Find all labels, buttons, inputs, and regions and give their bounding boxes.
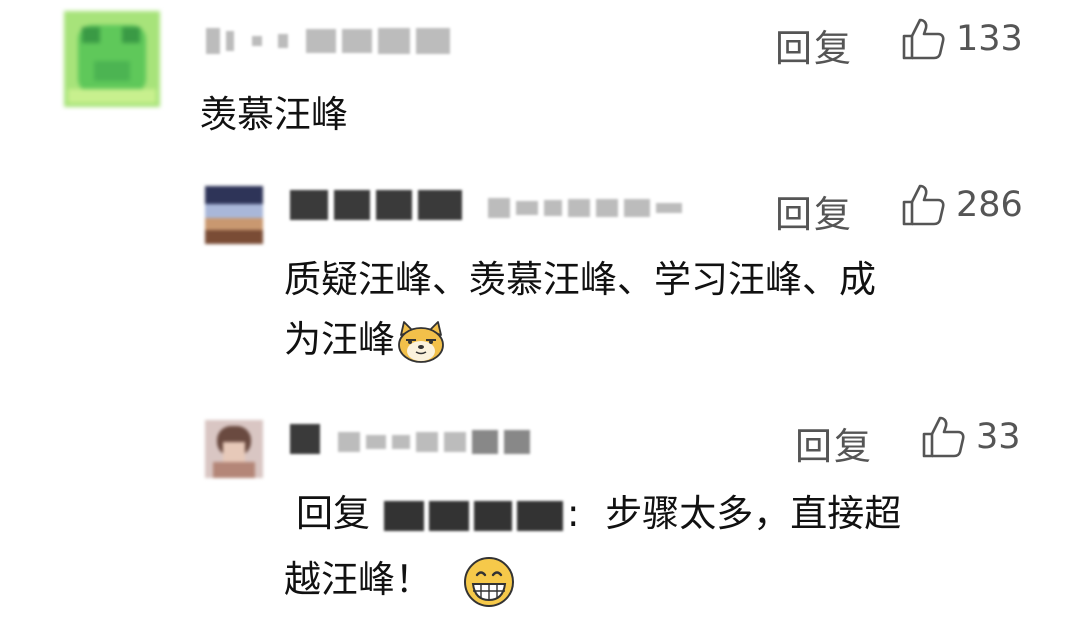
reply-body: 步骤太多，直接超	[605, 492, 902, 535]
thumbs-up-icon	[922, 416, 965, 458]
username[interactable]	[206, 28, 450, 54]
reply-prefix: 回复	[296, 492, 370, 535]
avatar[interactable]	[205, 420, 263, 478]
like-count: 33	[976, 417, 1021, 457]
thumbs-up-icon	[902, 184, 945, 226]
reply-body-line2: 越汪峰！	[284, 558, 432, 601]
user-subtitle	[338, 430, 530, 454]
username[interactable]	[290, 190, 462, 220]
reply-separator: :	[567, 492, 580, 535]
comment-text-line: 回复 : 步骤太多，直接超	[284, 484, 1044, 544]
comment-text-line: 为汪峰	[284, 310, 1044, 370]
reply-button[interactable]: 回复	[775, 184, 853, 238]
comment-text-line: 越汪峰！	[284, 550, 1044, 610]
comment-text: 羡慕汪峰	[200, 93, 348, 136]
thumbs-up-icon	[902, 18, 945, 60]
avatar[interactable]	[64, 11, 160, 107]
like-button[interactable]: 33	[920, 414, 1021, 460]
mentioned-username[interactable]	[384, 500, 563, 531]
comment-text-line2: 为汪峰	[284, 318, 395, 361]
reply-button[interactable]: 回复	[795, 416, 873, 470]
grinning-face-emoji-icon	[463, 556, 514, 607]
reply-button[interactable]: 回复	[775, 18, 853, 72]
smug-dog-emoji-icon	[398, 320, 444, 363]
avatar[interactable]	[205, 186, 263, 244]
comment-text: 回复 : 步骤太多，直接超 越汪峰！	[284, 484, 1044, 610]
comment-text-line: 质疑汪峰、羡慕汪峰、学习汪峰、成	[284, 258, 876, 301]
like-button[interactable]: 133	[900, 16, 1023, 62]
like-button[interactable]: 286	[900, 182, 1023, 228]
like-count: 133	[956, 19, 1023, 59]
user-subtitle	[488, 198, 682, 218]
like-count: 286	[956, 185, 1023, 225]
username[interactable]	[290, 424, 320, 454]
comment-text: 质疑汪峰、羡慕汪峰、学习汪峰、成 为汪峰	[284, 250, 1044, 370]
